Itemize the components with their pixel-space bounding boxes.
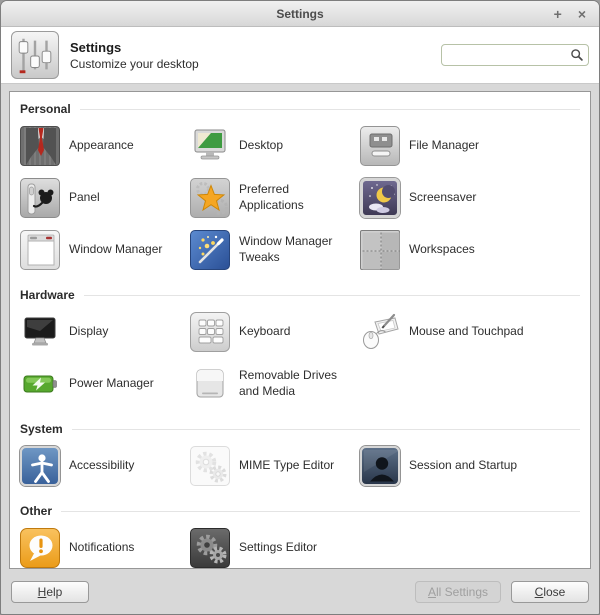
item-label: Preferred Applications: [239, 182, 304, 212]
section-title: Other: [20, 504, 53, 518]
item-settings-editor[interactable]: Settings Editor: [190, 528, 360, 568]
settings-window: Settings + × Settings Customize your des…: [0, 0, 600, 615]
file-manager-icon: [360, 126, 400, 166]
section-divider: [61, 510, 580, 512]
section-title: System: [20, 422, 63, 436]
item-keyboard[interactable]: Keyboard: [190, 312, 360, 352]
search-icon: [571, 49, 583, 61]
preferred-applications-icon: [190, 178, 230, 218]
item-mouse-and-touchpad[interactable]: Mouse and Touchpad: [360, 312, 580, 352]
mouse-touchpad-icon: [360, 312, 400, 352]
item-window-manager-tweaks[interactable]: Window Manager Tweaks: [190, 230, 360, 270]
item-file-manager[interactable]: File Manager: [360, 126, 580, 166]
item-label: Window Manager Tweaks: [239, 234, 333, 264]
notifications-icon: [20, 528, 60, 568]
close-button[interactable]: Close: [511, 580, 589, 603]
section-personal: Personal Appearance Desktop File Manager…: [20, 102, 580, 270]
item-panel[interactable]: Panel: [20, 178, 190, 218]
help-button[interactable]: Help: [11, 580, 89, 603]
item-label: Desktop: [239, 138, 284, 153]
section-other: Other Notifications Settings Editor: [20, 504, 580, 568]
item-preferred-applications[interactable]: Preferred Applications: [190, 178, 360, 218]
window-manager-tweaks-icon: [190, 230, 230, 270]
item-screensaver[interactable]: Screensaver: [360, 178, 580, 218]
session-startup-icon: [360, 446, 400, 486]
titlebar[interactable]: Settings + ×: [1, 1, 599, 27]
maximize-button[interactable]: +: [551, 6, 565, 22]
workspaces-icon: [360, 230, 400, 270]
all-settings-button[interactable]: All Settings: [414, 580, 501, 603]
screensaver-icon: [360, 178, 400, 218]
keyboard-icon: [190, 312, 230, 352]
item-label: Appearance: [69, 138, 134, 153]
section-divider: [71, 428, 580, 430]
item-label: File Manager: [409, 138, 480, 153]
section-title: Personal: [20, 102, 71, 116]
close-window-button[interactable]: ×: [575, 6, 589, 22]
main-area: Personal Appearance Desktop File Manager…: [1, 84, 599, 569]
item-workspaces[interactable]: Workspaces: [360, 230, 580, 270]
footer: Help All Settings Close: [1, 569, 599, 614]
item-label: Window Manager: [69, 242, 163, 257]
item-label: Notifications: [69, 540, 135, 555]
item-power-manager[interactable]: Power Manager: [20, 364, 190, 404]
item-label: Mouse and Touchpad: [409, 324, 524, 339]
item-label: Screensaver: [409, 190, 477, 205]
item-label: Session and Startup: [409, 458, 518, 473]
item-label: Accessibility: [69, 458, 135, 473]
header: Settings Customize your desktop: [1, 27, 599, 84]
section-divider: [83, 294, 580, 296]
mime-type-icon: [190, 446, 230, 486]
item-label: Panel: [69, 190, 100, 205]
item-appearance[interactable]: Appearance: [20, 126, 190, 166]
accessibility-icon: [20, 446, 60, 486]
item-label: Display: [69, 324, 109, 339]
section-divider: [79, 108, 580, 110]
item-label: Power Manager: [69, 376, 154, 391]
item-accessibility[interactable]: Accessibility: [20, 446, 190, 486]
item-display[interactable]: Display: [20, 312, 190, 352]
item-session-and-startup[interactable]: Session and Startup: [360, 446, 580, 486]
window-manager-icon: [20, 230, 60, 270]
item-label: MIME Type Editor: [239, 458, 335, 473]
desktop-icon: [190, 126, 230, 166]
item-removable-drives-and-media[interactable]: Removable Drives and Media: [190, 364, 360, 404]
settings-editor-icon: [190, 528, 230, 568]
page-title: Settings: [70, 39, 122, 55]
page-subtitle: Customize your desktop: [70, 56, 199, 71]
item-label: Keyboard: [239, 324, 291, 339]
item-label: Settings Editor: [239, 540, 318, 555]
panel-icon: [20, 178, 60, 218]
section-system: System Accessibility MIME Type Editor Se…: [20, 422, 580, 486]
item-mime-type-editor[interactable]: MIME Type Editor: [190, 446, 360, 486]
section-title: Hardware: [20, 288, 75, 302]
search-input[interactable]: [441, 44, 589, 66]
display-icon: [20, 312, 60, 352]
settings-grid: Personal Appearance Desktop File Manager…: [9, 91, 591, 569]
section-hardware: Hardware Display Keyboard Mouse and Touc…: [20, 288, 580, 404]
appearance-icon: [20, 126, 60, 166]
power-manager-icon: [20, 364, 60, 404]
item-window-manager[interactable]: Window Manager: [20, 230, 190, 270]
item-label: Removable Drives and Media: [239, 368, 338, 398]
removable-drives-icon: [190, 364, 230, 404]
window-title: Settings: [276, 6, 324, 21]
settings-mixer-icon: [11, 31, 59, 79]
item-label: Workspaces: [409, 242, 475, 257]
item-desktop[interactable]: Desktop: [190, 126, 360, 166]
item-notifications[interactable]: Notifications: [20, 528, 190, 568]
